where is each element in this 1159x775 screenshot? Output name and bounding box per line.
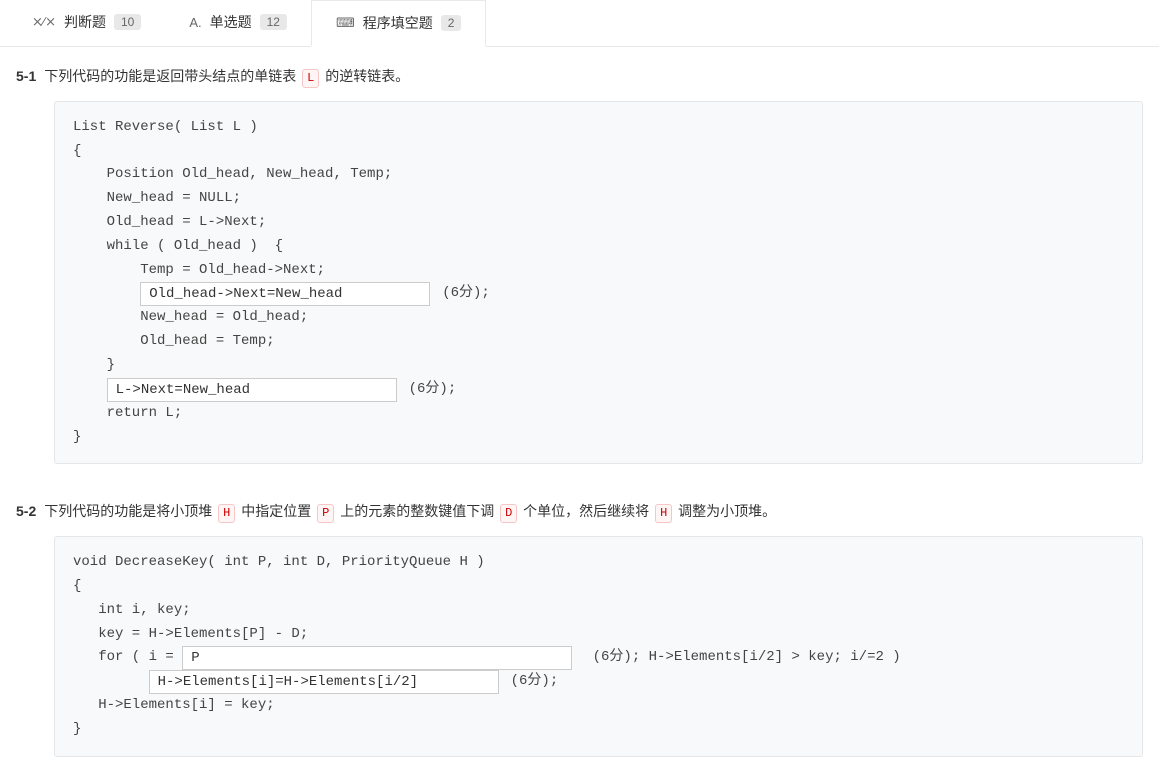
question-number: 5-2 <box>16 503 36 519</box>
score-label: (6分); <box>442 282 490 306</box>
question-5-2: 5-2 下列代码的功能是将小顶堆 H 中指定位置 P 上的元素的整数键值下调 D… <box>0 482 1159 775</box>
indent: for ( i = <box>73 646 182 670</box>
inline-code-D: D <box>500 504 517 523</box>
tab-count: 2 <box>441 15 462 31</box>
code-line: List Reverse( List L ) <box>73 116 1124 140</box>
code-tail: ; H->Elements[i/2] > key; i/=2 ) <box>632 649 901 665</box>
code-line: int i, key; <box>73 599 1124 623</box>
question-header: 5-1 下列代码的功能是返回带头结点的单链表 L 的逆转链表。 <box>16 65 1143 89</box>
code-line: while ( Old_head ) { <box>73 235 1124 259</box>
blank-input-4[interactable] <box>149 670 499 694</box>
choice-icon: A. <box>189 15 201 30</box>
code-line-blank: for ( i = (6分); H->Elements[i/2] > key; … <box>73 646 1124 670</box>
code-line: } <box>73 426 1124 450</box>
inline-code-H: H <box>218 504 235 523</box>
score-label: (6分); <box>409 378 457 402</box>
text-segment: 中指定位置 <box>237 503 315 519</box>
inline-code-H: H <box>655 504 672 523</box>
question-number: 5-1 <box>16 68 36 84</box>
code-block: List Reverse( List L ) { Position Old_he… <box>54 101 1143 465</box>
text-segment: 上的元素的整数键值下调 <box>336 503 498 519</box>
tab-label: 判断题 <box>64 12 106 32</box>
indent <box>73 670 149 694</box>
judge-icon: ⨯⁄⨯ <box>32 14 56 30</box>
tab-count: 12 <box>260 14 287 30</box>
question-header: 5-2 下列代码的功能是将小顶堆 H 中指定位置 P 上的元素的整数键值下调 D… <box>16 500 1143 524</box>
code-line: New_head = NULL; <box>73 187 1124 211</box>
question-5-1: 5-1 下列代码的功能是返回带头结点的单链表 L 的逆转链表。 List Rev… <box>0 47 1159 482</box>
tab-judge[interactable]: ⨯⁄⨯ 判断题 10 <box>8 0 165 46</box>
inline-code-P: P <box>317 504 334 523</box>
code-line: } <box>73 718 1124 742</box>
code-icon: ⌨ <box>336 15 355 31</box>
question-text: 下列代码的功能是返回带头结点的单链表 L 的逆转链表。 <box>44 65 409 89</box>
score-label: (6分); H->Elements[i/2] > key; i/=2 ) <box>584 646 900 670</box>
blank-input-2[interactable] <box>107 378 397 402</box>
code-line-blank: (6分); <box>73 378 1124 402</box>
question-type-tabs: ⨯⁄⨯ 判断题 10 A. 单选题 12 ⌨ 程序填空题 2 <box>0 0 1159 47</box>
text-segment: 调整为小顶堆。 <box>674 503 776 519</box>
score-label: (6分); <box>511 670 559 694</box>
code-block: void DecreaseKey( int P, int D, Priority… <box>54 536 1143 757</box>
text-segment: 的逆转链表。 <box>321 68 409 84</box>
tab-count: 10 <box>114 14 141 30</box>
code-line: Old_head = L->Next; <box>73 211 1124 235</box>
text-segment: 下列代码的功能是返回带头结点的单链表 <box>44 68 300 84</box>
tab-single-choice[interactable]: A. 单选题 12 <box>165 0 311 46</box>
code-line-blank: (6分); <box>73 670 1124 694</box>
code-line: Temp = Old_head->Next; <box>73 259 1124 283</box>
text-segment: 下列代码的功能是将小顶堆 <box>44 503 216 519</box>
indent <box>73 282 140 306</box>
code-line: Position Old_head, New_head, Temp; <box>73 163 1124 187</box>
code-line: void DecreaseKey( int P, int D, Priority… <box>73 551 1124 575</box>
code-line: New_head = Old_head; <box>73 306 1124 330</box>
code-line-blank: (6分); <box>73 282 1124 306</box>
score-text: (6分) <box>593 649 632 665</box>
blank-input-3[interactable] <box>182 646 572 670</box>
indent <box>73 378 107 402</box>
tab-label: 程序填空题 <box>363 13 433 33</box>
code-line: Old_head = Temp; <box>73 330 1124 354</box>
blank-input-1[interactable] <box>140 282 430 306</box>
tab-label: 单选题 <box>210 12 252 32</box>
code-line: return L; <box>73 402 1124 426</box>
code-line: } <box>73 354 1124 378</box>
code-line: { <box>73 140 1124 164</box>
tab-fill-blank[interactable]: ⌨ 程序填空题 2 <box>311 0 486 47</box>
question-text: 下列代码的功能是将小顶堆 H 中指定位置 P 上的元素的整数键值下调 D 个单位… <box>44 500 776 524</box>
text-segment: 个单位，然后继续将 <box>519 503 653 519</box>
code-line: H->Elements[i] = key; <box>73 694 1124 718</box>
code-line: { <box>73 575 1124 599</box>
code-line: key = H->Elements[P] - D; <box>73 623 1124 647</box>
inline-code-L: L <box>302 69 319 88</box>
